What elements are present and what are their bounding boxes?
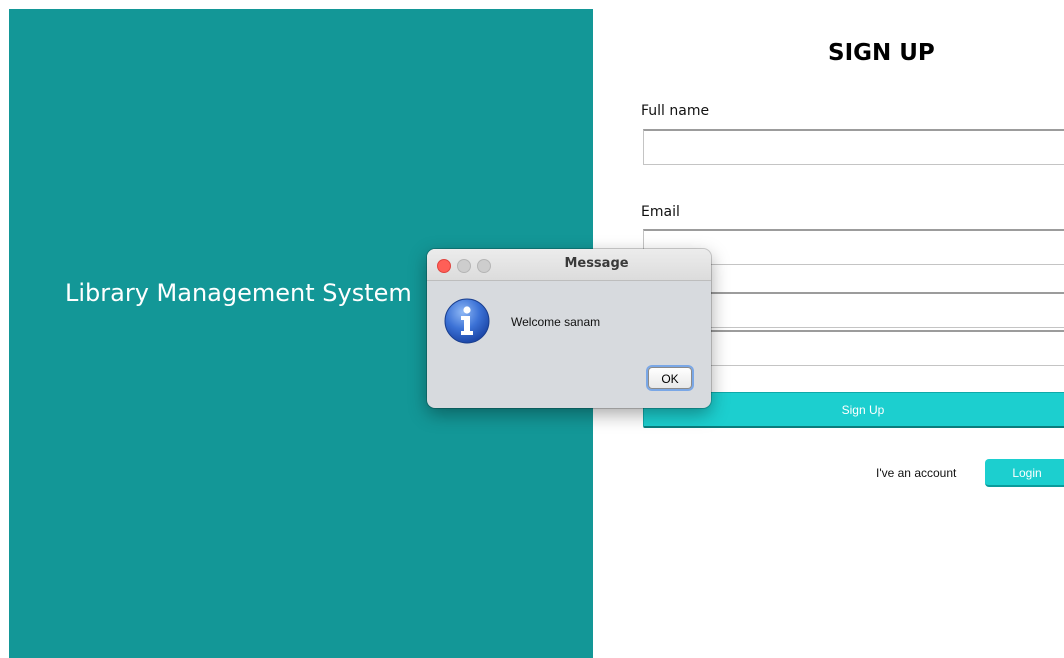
message-dialog: Message Welcome sanam OK xyxy=(427,249,711,408)
dialog-titlebar[interactable]: Message xyxy=(427,249,711,281)
dialog-message: Welcome sanam xyxy=(511,315,601,329)
page-title: SIGN UP xyxy=(828,40,935,66)
email-label: Email xyxy=(641,204,680,220)
info-icon xyxy=(444,298,490,344)
full-name-label: Full name xyxy=(641,103,710,119)
full-name-field[interactable] xyxy=(643,129,1064,165)
dialog-title: Message xyxy=(564,256,629,271)
have-account-text: I've an account xyxy=(876,466,957,480)
login-button[interactable]: Login xyxy=(985,459,1064,487)
ok-button[interactable]: OK xyxy=(648,367,692,389)
app-title: Library Management System xyxy=(65,279,412,307)
